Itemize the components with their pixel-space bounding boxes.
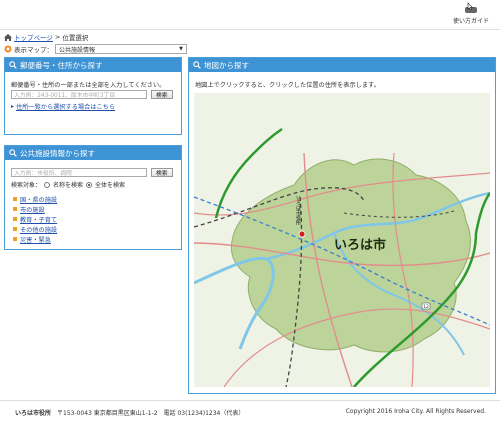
list-item: 国・県の施設 bbox=[13, 194, 57, 204]
bullet-icon bbox=[13, 207, 17, 211]
usage-guide-button[interactable]: 使い方ガイド bbox=[450, 2, 492, 29]
bullet-icon bbox=[13, 237, 17, 241]
category-link[interactable]: 災害・緊急 bbox=[20, 235, 51, 244]
address-search-button[interactable]: 検索 bbox=[151, 90, 173, 99]
facility-panel-header: 公共施設情報から探す bbox=[5, 146, 181, 160]
city-hall-marker bbox=[298, 230, 306, 238]
bullet-icon bbox=[13, 197, 17, 201]
route-number: 12 bbox=[423, 304, 429, 310]
address-search-panel: 郵便番号・住所から探す 郵便番号・住所の一部または全部を入力してください。 入力… bbox=[4, 57, 182, 135]
radio-name-label: 名称を検索 bbox=[53, 182, 84, 189]
address-list-link-row: ▸ 住所一覧から選択する場合はこちら bbox=[11, 102, 115, 111]
footer-address: 〒153-0043 東京都目黒区東山1-1-2 電話 03(1234)1234（… bbox=[57, 410, 245, 417]
category-link[interactable]: 国・県の施設 bbox=[20, 195, 57, 204]
list-item: 教育・子育て bbox=[13, 214, 57, 224]
chevron-down-icon: ▼ bbox=[179, 46, 183, 52]
guide-cursor-icon bbox=[465, 2, 477, 13]
footer-organization: いろは市役所 bbox=[15, 410, 52, 417]
home-icon bbox=[4, 33, 12, 41]
category-link[interactable]: 市の施設 bbox=[20, 205, 45, 214]
breadcrumb-separator: > bbox=[54, 33, 61, 41]
address-description: 郵便番号・住所の一部または全部を入力してください。 bbox=[11, 82, 166, 89]
bullet-icon bbox=[13, 217, 17, 221]
list-item: 災害・緊急 bbox=[13, 234, 57, 244]
list-item: 市の施設 bbox=[13, 204, 57, 214]
clickable-map[interactable]: 12 いろは市役所 いろは市 bbox=[194, 93, 490, 387]
city-name-label: いろは市 bbox=[334, 237, 386, 253]
footer-copyright: Copyright 2016 Iroha City. All Rights Re… bbox=[345, 408, 486, 415]
search-icon bbox=[9, 61, 17, 69]
arrow-right-icon: ▸ bbox=[11, 103, 15, 110]
search-target-caption: 検索対象： bbox=[11, 182, 42, 189]
facility-search-button[interactable]: 検索 bbox=[151, 168, 173, 177]
usage-guide-label: 使い方ガイド bbox=[452, 18, 489, 25]
facility-search-input[interactable]: 入力例：市役所、病院 bbox=[11, 168, 147, 177]
map-description: 地図上でクリックすると、クリックした位置の住所を表示します。 bbox=[195, 82, 380, 89]
facility-panel-title: 公共施設情報から探す bbox=[20, 148, 95, 158]
map-panel-title: 地図から探す bbox=[204, 60, 249, 70]
address-list-link[interactable]: 住所一覧から選択する場合はこちら bbox=[16, 102, 115, 111]
map-search-panel: 地図から探す 地図上でクリックすると、クリックした位置の住所を表示します。 12… bbox=[188, 57, 496, 394]
city-map-graphic: 12 いろは市役所 いろは市 bbox=[194, 127, 490, 387]
radio-all-search[interactable] bbox=[86, 181, 93, 188]
map-select-row: 表示マップ： 公共施設情報 ▼ bbox=[4, 44, 187, 54]
map-layers-icon bbox=[4, 45, 12, 53]
map-panel-header: 地図から探す bbox=[189, 58, 495, 72]
facility-search-panel: 公共施設情報から探す 入力例：市役所、病院 検索 検索対象： 名称を検索 全体を… bbox=[4, 145, 182, 250]
map-type-selected: 公共施設情報 bbox=[59, 46, 96, 54]
site-footer: いろは市役所 〒153-0043 東京都目黒区東山1-1-2 電話 03(123… bbox=[0, 400, 500, 429]
breadcrumb: トップページ > 位置選択 bbox=[4, 32, 88, 42]
map-type-select[interactable]: 公共施設情報 ▼ bbox=[55, 44, 187, 54]
category-link[interactable]: 教育・子育て bbox=[20, 215, 57, 224]
radio-name-search[interactable] bbox=[44, 181, 51, 188]
map-select-caption: 表示マップ： bbox=[14, 46, 53, 54]
address-search-input[interactable]: 入力例：243-0011、厚木市中町3丁目 bbox=[11, 90, 147, 99]
facility-category-list: 国・県の施設 市の施設 教育・子育て その他の施設 災害・緊急 bbox=[13, 194, 57, 244]
category-link[interactable]: その他の施設 bbox=[20, 225, 57, 234]
top-header: 使い方ガイド bbox=[0, 0, 500, 30]
expressway bbox=[474, 192, 490, 234]
bullet-icon bbox=[13, 227, 17, 231]
search-icon bbox=[193, 61, 201, 69]
address-panel-title: 郵便番号・住所から探す bbox=[20, 60, 103, 70]
breadcrumb-current: 位置選択 bbox=[62, 34, 89, 42]
breadcrumb-home-link[interactable]: トップページ bbox=[14, 32, 53, 42]
search-icon bbox=[9, 149, 17, 157]
search-target-row: 検索対象： 名称を検索 全体を検索 bbox=[11, 180, 125, 189]
city-hall-label: いろは市役所 bbox=[295, 195, 301, 226]
address-panel-header: 郵便番号・住所から探す bbox=[5, 58, 181, 72]
list-item: その他の施設 bbox=[13, 224, 57, 234]
radio-all-label: 全体を検索 bbox=[95, 182, 126, 189]
